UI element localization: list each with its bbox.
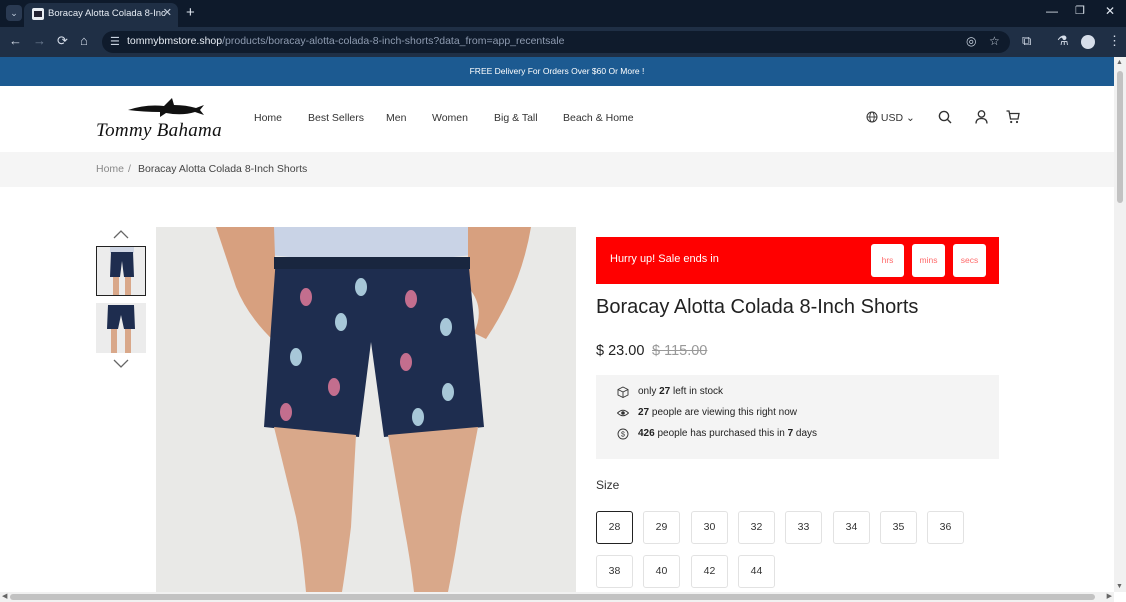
- url-text[interactable]: tommybmstore.shop/products/boracay-alott…: [127, 35, 564, 47]
- logo-text: Tommy Bahama: [96, 120, 222, 141]
- site-header: Tommy Bahama Home Best Sellers Men Women…: [0, 86, 1114, 152]
- nav-beach-home[interactable]: Beach & Home: [563, 112, 634, 124]
- minimize-icon[interactable]: —: [1046, 4, 1058, 18]
- marlin-logo-icon: [128, 98, 204, 117]
- thumbnail-next-icon[interactable]: [113, 358, 129, 370]
- stock-text: only 27 left in stock: [638, 386, 724, 397]
- nav-home[interactable]: Home: [254, 112, 282, 124]
- breadcrumb-home[interactable]: Home: [96, 163, 124, 175]
- currency-label: USD: [880, 112, 904, 124]
- product-old-price: $ 115.00: [652, 343, 708, 359]
- product-thumbnail-image: [96, 303, 146, 353]
- announcement-bar: FREE Delivery For Orders Over $60 Or Mor…: [0, 57, 1114, 86]
- breadcrumb: Home / Boracay Alotta Colada 8-Inch Shor…: [0, 152, 1114, 187]
- chevron-down-icon: ⌄: [906, 112, 915, 124]
- svg-text:$: $: [621, 432, 625, 439]
- address-bar[interactable]: ☰ tommybmstore.shop/products/boracay-alo…: [102, 31, 1010, 53]
- size-option-42[interactable]: 42: [691, 555, 728, 588]
- account-icon[interactable]: [975, 110, 988, 124]
- box-icon: [617, 386, 629, 398]
- scroll-down-icon[interactable]: ▼: [1116, 583, 1123, 590]
- product-thumbnail-2[interactable]: [96, 303, 146, 353]
- vertical-scrollbar[interactable]: ▲ ▼: [1114, 57, 1126, 592]
- eye-icon: [617, 409, 629, 417]
- nav-big-tall[interactable]: Big & Tall: [494, 112, 538, 124]
- sale-text: Hurry up! Sale ends in: [610, 253, 719, 265]
- home-icon[interactable]: ⌂: [80, 34, 88, 48]
- scroll-up-icon[interactable]: ▲: [1116, 59, 1123, 66]
- product-price: $ 23.00: [596, 343, 645, 359]
- countdown-hrs: hrs: [871, 244, 904, 277]
- nav-men[interactable]: Men: [386, 112, 406, 124]
- browser-toolbar: ← → ⟳ ⌂ ☰ tommybmstore.shop/products/bor…: [0, 27, 1126, 57]
- horizontal-scroll-thumb[interactable]: [10, 594, 1095, 600]
- back-icon[interactable]: ←: [9, 34, 22, 48]
- product-photo: [156, 227, 576, 592]
- product-thumbnail-image: [97, 247, 145, 295]
- currency-selector[interactable]: USD ⌄: [866, 111, 915, 124]
- viewing-text: 27 people are viewing this right now: [638, 407, 797, 418]
- nav-best-sellers[interactable]: Best Sellers: [308, 112, 364, 124]
- size-option-35[interactable]: 35: [880, 511, 917, 544]
- browser-tab-bar: ⌄ Boracay Alotta Colada 8-Inch Sh ✕ + — …: [0, 0, 1126, 27]
- close-tab-icon[interactable]: ✕: [163, 6, 172, 19]
- search-icon[interactable]: [938, 110, 952, 124]
- menu-kebab-icon[interactable]: ⋮: [1108, 34, 1121, 48]
- product-thumbnail-1[interactable]: [96, 246, 146, 296]
- size-option-34[interactable]: 34: [833, 511, 870, 544]
- cart-icon[interactable]: [1006, 110, 1020, 124]
- size-label: Size: [596, 478, 620, 492]
- size-option-40[interactable]: 40: [643, 555, 680, 588]
- breadcrumb-current: Boracay Alotta Colada 8-Inch Shorts: [138, 163, 308, 175]
- size-option-36[interactable]: 36: [927, 511, 964, 544]
- purchased-text: 426 people has purchased this in 7 days: [638, 428, 818, 439]
- product-main-image[interactable]: [156, 227, 576, 592]
- tab-title: Boracay Alotta Colada 8-Inch Sh: [48, 8, 166, 19]
- size-option-28[interactable]: 28: [596, 511, 633, 544]
- logo[interactable]: Tommy Bahama: [96, 94, 224, 144]
- forward-icon[interactable]: →: [33, 34, 46, 48]
- new-tab-icon[interactable]: +: [186, 4, 195, 21]
- thumbnail-prev-icon[interactable]: [113, 228, 129, 240]
- countdown-mins: mins: [912, 244, 945, 277]
- globe-icon: [866, 111, 878, 123]
- size-option-32[interactable]: 32: [738, 511, 775, 544]
- labs-icon[interactable]: ⚗: [1057, 34, 1069, 48]
- site-info-icon[interactable]: ☰: [110, 35, 120, 48]
- favicon-icon: [32, 8, 44, 20]
- nav-women[interactable]: Women: [432, 112, 468, 124]
- product-stats-box: only 27 left in stock 27 people are view…: [596, 375, 999, 459]
- size-option-38[interactable]: 38: [596, 555, 633, 588]
- reload-icon[interactable]: ⟳: [57, 34, 68, 48]
- size-option-33[interactable]: 33: [785, 511, 822, 544]
- size-option-44[interactable]: 44: [738, 555, 775, 588]
- tab-search-icon[interactable]: ⌄: [6, 5, 22, 21]
- restore-icon[interactable]: ❐: [1075, 4, 1085, 17]
- scroll-left-icon[interactable]: ◀: [2, 592, 7, 600]
- countdown-secs: secs: [953, 244, 986, 277]
- extensions-icon[interactable]: ⧉: [1022, 34, 1031, 48]
- size-option-30[interactable]: 30: [691, 511, 728, 544]
- sale-countdown-banner: Hurry up! Sale ends in hrs mins secs: [596, 237, 999, 284]
- eye-off-icon[interactable]: ◎: [966, 34, 976, 48]
- size-option-29[interactable]: 29: [643, 511, 680, 544]
- bookmark-star-icon[interactable]: ☆: [989, 34, 1000, 48]
- product-title: Boracay Alotta Colada 8-Inch Shorts: [596, 296, 919, 318]
- dollar-circle-icon: $: [617, 428, 629, 440]
- profile-avatar[interactable]: [1081, 35, 1095, 49]
- scroll-right-icon[interactable]: ▶: [1107, 592, 1112, 600]
- vertical-scroll-thumb[interactable]: [1117, 71, 1123, 203]
- horizontal-scrollbar[interactable]: ◀ ▶: [0, 592, 1114, 602]
- breadcrumb-separator: /: [128, 163, 131, 175]
- close-window-icon[interactable]: ✕: [1105, 4, 1115, 18]
- browser-tab[interactable]: Boracay Alotta Colada 8-Inch Sh ✕: [24, 3, 178, 27]
